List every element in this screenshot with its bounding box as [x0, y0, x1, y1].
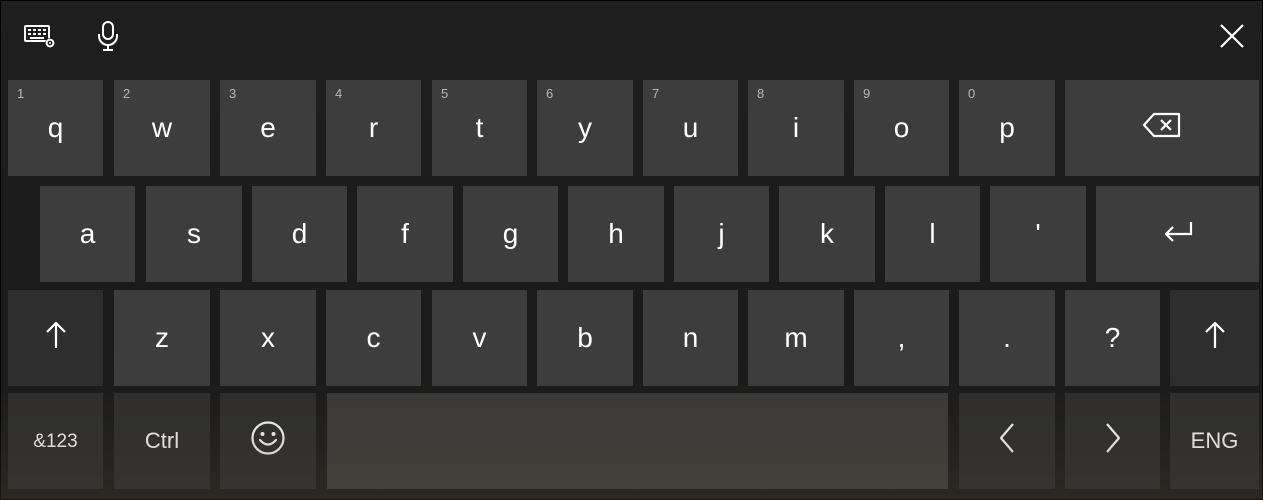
ctrl-key[interactable]: Ctrl — [114, 393, 210, 489]
enter-icon — [1162, 218, 1194, 250]
key-f[interactable]: f — [357, 186, 453, 282]
key-m[interactable]: m — [748, 290, 844, 386]
key-label: x — [261, 322, 275, 353]
key-z[interactable]: z — [114, 290, 210, 386]
close-icon — [1219, 23, 1245, 54]
emoji-key[interactable] — [220, 393, 316, 489]
key-label: p — [999, 112, 1015, 143]
key-label: j — [718, 218, 725, 249]
cursor-right-key[interactable] — [1065, 393, 1160, 489]
keyboard-settings-button[interactable] — [20, 18, 60, 58]
key-e[interactable]: 3e — [220, 80, 316, 176]
key-u[interactable]: 7u — [643, 80, 738, 176]
key-r[interactable]: 4r — [326, 80, 421, 176]
microphone-button[interactable] — [88, 18, 128, 58]
key-period[interactable]: . — [959, 290, 1055, 386]
key-s[interactable]: s — [146, 186, 242, 282]
key-label: a — [79, 218, 96, 249]
key-x[interactable]: x — [220, 290, 316, 386]
microphone-icon — [96, 20, 120, 57]
shift-key-right[interactable] — [1170, 290, 1259, 386]
key-g[interactable]: g — [463, 186, 558, 282]
key-label: z — [155, 322, 169, 353]
key-i[interactable]: 8i — [748, 80, 844, 176]
chevron-left-icon — [998, 422, 1016, 461]
key-label: n — [682, 322, 699, 353]
backspace-key[interactable] — [1065, 80, 1259, 176]
shift-key-left[interactable] — [8, 290, 103, 386]
shift-icon — [1203, 320, 1227, 357]
key-number-hint: 4 — [335, 86, 343, 101]
cursor-left-key[interactable] — [959, 393, 1055, 489]
keyboard-toolbar — [0, 0, 1263, 76]
key-question[interactable]: ? — [1065, 290, 1160, 386]
key-label: &123 — [33, 430, 78, 452]
emoji-icon — [250, 420, 286, 463]
key-label: Ctrl — [144, 428, 180, 453]
key-v[interactable]: v — [432, 290, 527, 386]
key-label: w — [151, 112, 173, 143]
key-d[interactable]: d — [252, 186, 347, 282]
key-number-hint: 6 — [546, 86, 554, 101]
symbols-key[interactable]: &123 — [8, 393, 103, 489]
key-w[interactable]: 2w — [114, 80, 210, 176]
key-number-hint: 9 — [863, 86, 871, 101]
shift-icon — [44, 320, 68, 357]
key-label: q — [47, 112, 64, 143]
key-comma[interactable]: , — [854, 290, 949, 386]
language-key[interactable]: ENG — [1170, 393, 1259, 489]
key-label: o — [893, 112, 910, 143]
key-q[interactable]: 1q — [8, 80, 103, 176]
key-number-hint: 2 — [123, 86, 131, 101]
key-label: e — [260, 112, 276, 143]
key-label: u — [682, 112, 699, 143]
key-label: h — [608, 218, 624, 249]
key-number-hint: 3 — [229, 86, 237, 101]
key-c[interactable]: c — [326, 290, 421, 386]
key-label: v — [472, 322, 487, 353]
backspace-icon — [1142, 112, 1182, 145]
key-j[interactable]: j — [674, 186, 769, 282]
key-label: i — [792, 112, 800, 143]
close-button[interactable] — [1212, 18, 1252, 58]
key-number-hint: 0 — [968, 86, 976, 101]
key-y[interactable]: 6y — [537, 80, 633, 176]
key-n[interactable]: n — [643, 290, 738, 386]
key-label: s — [187, 218, 201, 249]
key-number-hint: 8 — [757, 86, 765, 101]
key-apostrophe[interactable]: ' — [990, 186, 1086, 282]
key-label: f — [401, 218, 409, 249]
key-label: m — [784, 322, 808, 353]
space-key[interactable] — [327, 393, 948, 489]
key-label: ? — [1104, 322, 1121, 353]
key-b[interactable]: b — [537, 290, 633, 386]
keyboard-settings-icon — [23, 22, 57, 55]
key-label: c — [366, 322, 381, 353]
key-label: ENG — [1190, 428, 1239, 453]
key-label: ' — [1035, 218, 1041, 249]
key-a[interactable]: a — [40, 186, 135, 282]
key-k[interactable]: k — [779, 186, 875, 282]
chevron-right-icon — [1104, 422, 1122, 461]
key-label: l — [929, 218, 936, 249]
key-o[interactable]: 9o — [854, 80, 949, 176]
key-number-hint: 5 — [441, 86, 449, 101]
enter-key[interactable] — [1096, 186, 1259, 282]
key-label: y — [578, 112, 592, 143]
key-p[interactable]: 0p — [959, 80, 1055, 176]
key-number-hint: 1 — [17, 86, 25, 101]
key-label: b — [577, 322, 593, 353]
key-label: r — [368, 112, 379, 143]
key-label: . — [1003, 322, 1011, 353]
key-number-hint: 7 — [652, 86, 660, 101]
key-label: k — [820, 218, 834, 249]
key-label: , — [897, 322, 906, 353]
key-label: g — [502, 218, 519, 249]
key-label: t — [475, 112, 484, 143]
key-h[interactable]: h — [568, 186, 664, 282]
key-label: d — [291, 218, 308, 249]
key-t[interactable]: 5t — [432, 80, 527, 176]
key-l[interactable]: l — [885, 186, 980, 282]
